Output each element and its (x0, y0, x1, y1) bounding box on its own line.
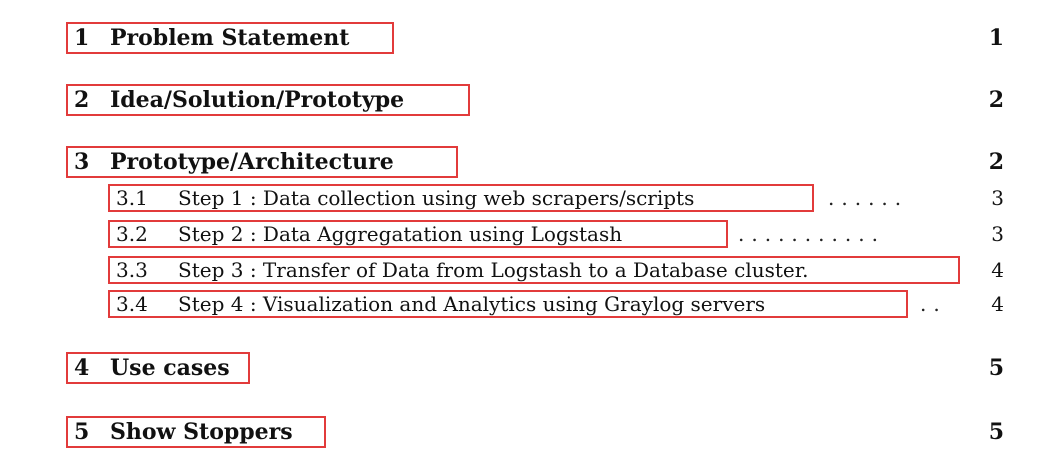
toc-section-2[interactable]: 2 Idea/Solution/Prototype 2 (0, 84, 1044, 118)
toc-section-4-link[interactable]: 4 Use cases (66, 352, 250, 384)
section-number: 4 (74, 355, 90, 381)
toc-subsection-3-2[interactable]: 3.2 Step 2 : Data Aggregatation using Lo… (0, 220, 1044, 254)
page-number: 5 (988, 419, 1004, 445)
table-of-contents: 1 Problem Statement 1 2 Idea/Solution/Pr… (0, 0, 1044, 464)
page-number: 1 (988, 25, 1004, 51)
toc-subsection-3-3[interactable]: 3.3 Step 3 : Transfer of Data from Logst… (0, 256, 1044, 290)
toc-section-3-link[interactable]: 3 Prototype/Architecture (66, 146, 458, 178)
page-number: 5 (988, 355, 1004, 381)
toc-section-5[interactable]: 5 Show Stoppers 5 (0, 416, 1044, 450)
section-title: Use cases (110, 355, 230, 381)
section-number: 2 (74, 87, 90, 113)
toc-section-2-link[interactable]: 2 Idea/Solution/Prototype (66, 84, 470, 116)
dot-leader: ...... (828, 186, 909, 210)
subsection-number: 3.4 (116, 292, 148, 316)
section-number: 3 (74, 149, 90, 175)
toc-section-4[interactable]: 4 Use cases 5 (0, 352, 1044, 386)
section-title: Problem Statement (110, 25, 350, 51)
toc-subsection-3-4-link[interactable]: 3.4 Step 4 : Visualization and Analytics… (108, 290, 908, 318)
subsection-title: Step 4 : Visualization and Analytics usi… (178, 292, 766, 316)
toc-subsection-3-3-link[interactable]: 3.3 Step 3 : Transfer of Data from Logst… (108, 256, 960, 284)
page-number: 4 (991, 258, 1004, 282)
toc-subsection-3-4[interactable]: 3.4 Step 4 : Visualization and Analytics… (0, 290, 1044, 324)
section-title: Prototype/Architecture (110, 149, 394, 175)
toc-section-1-link[interactable]: 1 Problem Statement (66, 22, 394, 54)
subsection-title: Step 3 : Transfer of Data from Logstash … (178, 258, 809, 282)
subsection-number: 3.1 (116, 186, 148, 210)
dot-leader: .. (920, 292, 947, 316)
section-title: Idea/Solution/Prototype (110, 87, 405, 113)
section-title: Show Stoppers (110, 419, 293, 445)
page-number: 4 (991, 292, 1004, 316)
page-number: 2 (988, 149, 1004, 175)
subsection-title: Step 1 : Data collection using web scrap… (178, 186, 695, 210)
toc-subsection-3-2-link[interactable]: 3.2 Step 2 : Data Aggregatation using Lo… (108, 220, 728, 248)
subsection-title: Step 2 : Data Aggregatation using Logsta… (178, 222, 623, 246)
page-number: 3 (991, 222, 1004, 246)
page-number: 3 (991, 186, 1004, 210)
toc-subsection-3-1[interactable]: 3.1 Step 1 : Data collection using web s… (0, 184, 1044, 218)
page-number: 2 (988, 87, 1004, 113)
toc-section-1[interactable]: 1 Problem Statement 1 (0, 22, 1044, 56)
section-number: 5 (74, 419, 90, 445)
toc-subsection-3-1-link[interactable]: 3.1 Step 1 : Data collection using web s… (108, 184, 814, 212)
dot-leader: ........... (738, 222, 885, 246)
section-number: 1 (74, 25, 90, 51)
toc-section-5-link[interactable]: 5 Show Stoppers (66, 416, 326, 448)
toc-section-3[interactable]: 3 Prototype/Architecture 2 (0, 146, 1044, 180)
subsection-number: 3.2 (116, 222, 148, 246)
subsection-number: 3.3 (116, 258, 148, 282)
